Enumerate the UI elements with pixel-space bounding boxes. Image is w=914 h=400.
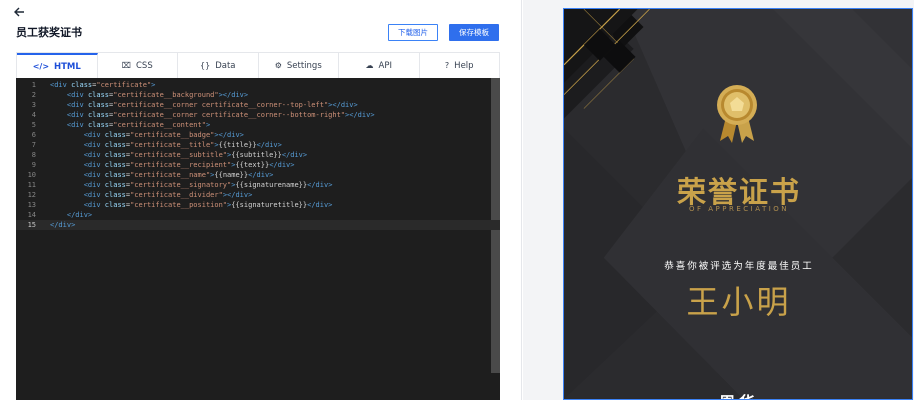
- code-text: <div class="certificate__corner certific…: [66, 111, 375, 119]
- code-editor[interactable]: 1 <div class="certificate"> 2 <div class="…: [16, 78, 500, 400]
- line-number: 14: [27, 211, 36, 219]
- tab-label: HTML: [54, 61, 81, 72]
- line-number: 4: [31, 111, 36, 119]
- code-text: <div class="certificate__content">: [66, 121, 211, 129]
- code-text: <div class="certificate__divider"></div>: [83, 191, 253, 199]
- code-line[interactable]: 5 <div class="certificate__content">: [16, 120, 500, 130]
- code-line[interactable]: 15 </div>: [16, 220, 500, 230]
- code-line[interactable]: 2 <div class="certificate__background"><…: [16, 90, 500, 100]
- code-line[interactable]: 9 <div class="certificate__recipient">{{…: [16, 160, 500, 170]
- certificate-subtitle: OF APPRECIATION: [688, 205, 790, 213]
- code-text: <div class="certificate__name">{{name}}<…: [83, 171, 274, 179]
- tab-api[interactable]: ☁ API: [339, 53, 420, 78]
- line-number: 8: [31, 151, 36, 159]
- tab-data[interactable]: {} Data: [178, 53, 259, 78]
- tab-html[interactable]: </> HTML: [17, 53, 98, 78]
- line-number: 2: [31, 91, 36, 99]
- gear-icon: ⚙: [274, 61, 282, 70]
- code-text: <div class="certificate">: [50, 81, 156, 89]
- line-number: 9: [31, 161, 36, 169]
- tab-label: Settings: [286, 60, 322, 71]
- code-text: <div class="certificate__signatory">{{si…: [83, 181, 333, 189]
- code-line[interactable]: 10 <div class="certificate__name">{{name…: [16, 170, 500, 180]
- code-line[interactable]: 6 <div class="certificate__badge"></div>: [16, 130, 500, 140]
- code-text: <div class="certificate__background"></d…: [66, 91, 249, 99]
- code-text: <div class="certificate__corner certific…: [66, 101, 358, 109]
- line-number: 7: [31, 141, 36, 149]
- line-number: 5: [31, 121, 36, 129]
- line-number: 1: [31, 81, 36, 89]
- code-line[interactable]: 12 <div class="certificate__divider"></d…: [16, 190, 500, 200]
- code-line[interactable]: 11 <div class="certificate__signatory">{…: [16, 180, 500, 190]
- code-line[interactable]: 13 <div class="certificate__position">{{…: [16, 200, 500, 210]
- tab-css[interactable]: ⌧ CSS: [98, 53, 178, 78]
- tab-settings[interactable]: ⚙ Settings: [259, 53, 339, 78]
- arrow-left-icon[interactable]: [12, 5, 28, 21]
- line-number: 10: [27, 171, 36, 179]
- certificate-recipient-text: 恭喜你被评选为年度最佳员工: [664, 261, 814, 272]
- code-line[interactable]: 4 <div class="certificate__corner certif…: [16, 110, 500, 120]
- download-image-button[interactable]: 下载图片: [388, 24, 438, 41]
- tab-help[interactable]: ? Help: [420, 53, 500, 78]
- cloud-icon: ☁: [365, 61, 374, 70]
- tab-label: Data: [215, 60, 236, 71]
- code-line[interactable]: 7 <div class="certificate__title">{{titl…: [16, 140, 500, 150]
- code-text: </div>: [66, 211, 93, 219]
- code-text: </div>: [50, 221, 76, 229]
- line-number: 12: [27, 191, 36, 199]
- line-number: 3: [31, 101, 36, 109]
- tab-label: CSS: [135, 60, 153, 71]
- page-title: 员工获奖证书: [16, 26, 82, 39]
- code-text: <div class="certificate__subtitle">{{sub…: [83, 151, 308, 159]
- code-text: <div class="certificate__title">{{title}…: [83, 141, 282, 149]
- certificate-name: 王小明: [686, 283, 792, 321]
- help-icon: ?: [444, 61, 450, 70]
- editor-tabs: </> HTML ⌧ CSS {} Data ⚙ Settings ☁ API …: [16, 52, 500, 78]
- line-number: 11: [27, 181, 36, 189]
- certificate-signatory: 周华: [564, 389, 912, 399]
- code-line[interactable]: 14 </div>: [16, 210, 500, 220]
- braces-icon: {}: [200, 61, 211, 70]
- code-text: <div class="certificate__recipient">{{te…: [83, 161, 295, 169]
- code-text: <div class="certificate__badge"></div>: [83, 131, 244, 139]
- code-line[interactable]: 3 <div class="certificate__corner certif…: [16, 100, 500, 110]
- code-line[interactable]: 1 <div class="certificate">: [16, 80, 500, 90]
- certificate-preview[interactable]: 荣誉证书 OF APPRECIATION 恭喜你被评选为年度最佳员工 王小明 周…: [563, 8, 913, 400]
- line-number: 6: [31, 131, 36, 139]
- app-root: 员工获奖证书 下载图片 保存模板 </> HTML ⌧ CSS {} Data …: [0, 0, 914, 400]
- editor-panel: 员工获奖证书 下载图片 保存模板 </> HTML ⌧ CSS {} Data …: [0, 0, 522, 400]
- code-text: <div class="certificate__position">{{sig…: [83, 201, 333, 209]
- code-line[interactable]: 8 <div class="certificate__subtitle">{{s…: [16, 150, 500, 160]
- tab-label: Help: [454, 60, 474, 71]
- line-number: 13: [27, 201, 36, 209]
- css3-icon: ⌧: [121, 61, 131, 70]
- line-number: 15: [27, 221, 36, 229]
- code-icon: </>: [32, 62, 50, 71]
- tab-label: API: [378, 60, 392, 71]
- preview-panel: 荣誉证书 OF APPRECIATION 恭喜你被评选为年度最佳员工 王小明 周…: [523, 0, 914, 400]
- save-template-button[interactable]: 保存模板: [449, 24, 499, 41]
- gold-medal-icon: [717, 85, 757, 143]
